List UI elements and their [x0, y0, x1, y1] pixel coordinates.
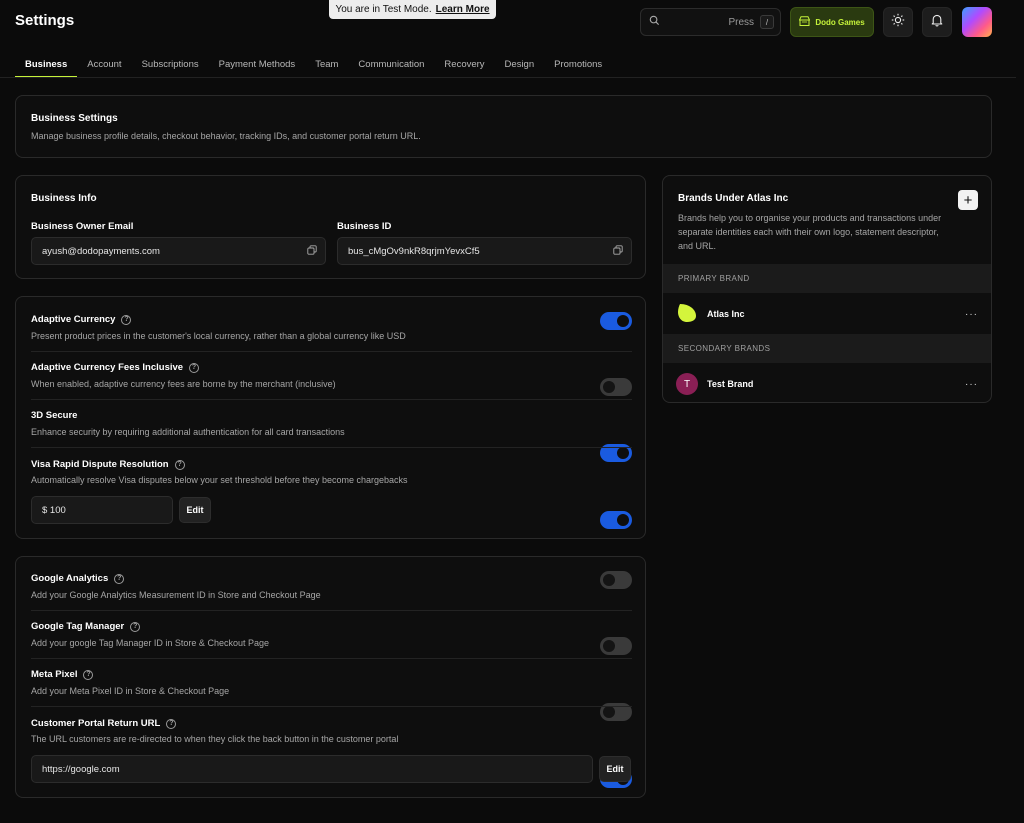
store-name: Dodo Games [815, 17, 865, 27]
search-hint: Press [728, 16, 754, 28]
adaptive-currency-fees-label: Adaptive Currency Fees Inclusive? [31, 362, 200, 373]
business-settings-card: Business Settings Manage business profil… [15, 95, 992, 158]
tracking-card: Google Analytics? Add your Google Analyt… [15, 556, 646, 798]
add-brand-button[interactable]: + [958, 190, 978, 210]
learn-more-link[interactable]: Learn More [436, 4, 490, 15]
3d-secure-description: Enhance security by requiring additional… [31, 427, 345, 437]
google-analytics-toggle[interactable] [600, 571, 632, 589]
more-options-icon[interactable]: ··· [965, 379, 978, 390]
row-divider [31, 447, 632, 448]
tab-communication[interactable]: Communication [348, 52, 434, 78]
edit-threshold-button[interactable]: Edit [179, 497, 211, 523]
owner-email-label: Business Owner Email [31, 221, 134, 232]
help-icon[interactable]: ? [189, 362, 200, 373]
3d-secure-label: 3D Secure [31, 410, 78, 421]
store-icon [799, 16, 811, 28]
copy-icon[interactable] [613, 244, 623, 258]
tab-team[interactable]: Team [305, 52, 348, 78]
google-tag-manager-label: Google Tag Manager? [31, 621, 141, 632]
notifications-button[interactable] [922, 7, 952, 37]
visa-dispute-description: Automatically resolve Visa disputes belo… [31, 475, 408, 485]
page-title: Settings [15, 12, 75, 29]
search-input[interactable]: Press / [640, 8, 781, 36]
visa-dispute-toggle[interactable] [600, 511, 632, 529]
search-icon [649, 13, 660, 31]
adaptive-currency-fees-description: When enabled, adaptive currency fees are… [31, 379, 336, 389]
business-settings-title: Business Settings [31, 113, 118, 124]
owner-email-field: ayush@dodopayments.com [31, 237, 326, 265]
help-icon[interactable]: ? [83, 669, 94, 680]
bell-icon [930, 13, 944, 32]
tab-account[interactable]: Account [77, 52, 131, 78]
test-mode-banner: You are in Test Mode. Learn More [329, 0, 496, 19]
dispute-threshold-value: $ 100 [42, 504, 66, 516]
tab-recovery[interactable]: Recovery [434, 52, 494, 78]
business-id-value: bus_cMgOv9nkR8qrjmYevxCf5 [348, 245, 480, 257]
primary-brand-header: PRIMARY BRAND [663, 264, 991, 293]
help-icon[interactable]: ? [174, 459, 185, 470]
settings-tabs: Business Account Subscriptions Payment M… [15, 52, 612, 78]
business-id-field: bus_cMgOv9nkR8qrjmYevxCf5 [337, 237, 632, 265]
help-icon[interactable]: ? [166, 718, 177, 729]
copy-icon[interactable] [307, 244, 317, 258]
tab-promotions[interactable]: Promotions [544, 52, 612, 78]
tab-business[interactable]: Business [15, 52, 78, 78]
tab-design[interactable]: Design [495, 52, 545, 78]
adaptive-currency-label: Adaptive Currency? [31, 314, 132, 325]
google-tag-manager-description: Add your google Tag Manager ID in Store … [31, 638, 269, 648]
business-info-title: Business Info [31, 193, 97, 204]
visa-dispute-label: Visa Rapid Dispute Resolution? [31, 459, 185, 470]
test-mode-text: You are in Test Mode. [335, 4, 432, 15]
row-divider [31, 610, 632, 611]
brands-card: Brands Under Atlas Inc + Brands help you… [662, 175, 992, 403]
adaptive-currency-description: Present product prices in the customer's… [31, 331, 406, 341]
more-options-icon[interactable]: ··· [965, 309, 978, 320]
help-icon[interactable]: ? [121, 314, 132, 325]
edit-return-url-button[interactable]: Edit [599, 756, 631, 782]
row-divider [31, 399, 632, 400]
brand-row-test-brand[interactable]: T Test Brand ··· [663, 364, 991, 402]
brand-name: Atlas Inc [707, 309, 745, 319]
portal-return-url-label: Customer Portal Return URL? [31, 718, 177, 729]
sun-icon [891, 13, 905, 32]
business-info-card: Business Info Business Owner Email ayush… [15, 175, 646, 279]
return-url-input[interactable]: https://google.com [31, 755, 593, 783]
adaptive-currency-fees-toggle[interactable] [600, 378, 632, 396]
google-analytics-label: Google Analytics? [31, 573, 125, 584]
google-analytics-description: Add your Google Analytics Measurement ID… [31, 590, 321, 600]
store-switcher-button[interactable]: Dodo Games [790, 7, 874, 37]
business-settings-description: Manage business profile details, checkou… [31, 131, 421, 141]
tab-subscriptions[interactable]: Subscriptions [132, 52, 209, 78]
row-divider [31, 706, 632, 707]
theme-toggle-button[interactable] [883, 7, 913, 37]
help-icon[interactable]: ? [130, 621, 141, 632]
google-tag-manager-toggle[interactable] [600, 637, 632, 655]
tab-payment-methods[interactable]: Payment Methods [209, 52, 306, 78]
meta-pixel-label: Meta Pixel? [31, 669, 94, 680]
help-icon[interactable]: ? [114, 573, 125, 584]
meta-pixel-description: Add your Meta Pixel ID in Store & Checko… [31, 686, 230, 696]
portal-return-url-description: The URL customers are re-directed to whe… [31, 734, 399, 744]
dispute-threshold-input[interactable]: $ 100 [31, 496, 173, 524]
brand-avatar: T [676, 373, 698, 395]
brand-name: Test Brand [707, 379, 754, 389]
currency-security-card: Adaptive Currency? Present product price… [15, 296, 646, 539]
secondary-brands-header: SECONDARY BRANDS [663, 334, 991, 363]
brand-row-atlas-inc[interactable]: Atlas Inc ··· [663, 294, 991, 334]
search-shortcut-key: / [760, 15, 774, 29]
adaptive-currency-toggle[interactable] [600, 312, 632, 330]
tabs-divider [0, 77, 1016, 78]
row-divider [31, 351, 632, 352]
brands-description: Brands help you to organise your product… [678, 213, 942, 251]
owner-email-value: ayush@dodopayments.com [42, 245, 160, 257]
brands-title: Brands Under Atlas Inc [678, 193, 789, 204]
row-divider [31, 658, 632, 659]
atlas-logo-icon [676, 301, 698, 328]
user-avatar[interactable] [962, 7, 992, 37]
business-id-label: Business ID [337, 221, 392, 232]
return-url-value: https://google.com [42, 763, 120, 775]
